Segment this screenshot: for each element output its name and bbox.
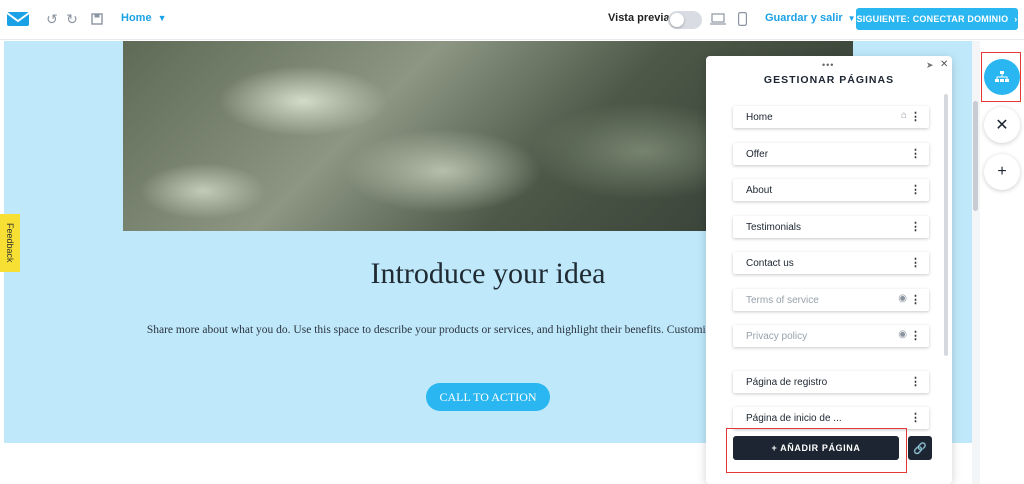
mobile-icon[interactable] (734, 11, 750, 27)
eye-icon: ◉ (898, 293, 907, 304)
page-item-label: Testimonials (746, 221, 802, 233)
more-options-icon[interactable]: ⋮ (910, 183, 921, 196)
more-options-icon[interactable]: ⋮ (910, 256, 921, 269)
canvas-scrollbar[interactable] (972, 41, 980, 484)
panel-close-icon[interactable]: ✕ (940, 59, 948, 70)
page-item-label: Página de inicio de ... (746, 412, 842, 424)
page-item-label: Home (746, 111, 773, 123)
close-rail-button[interactable]: ✕ (984, 107, 1020, 143)
pin-icon[interactable]: ➤ (926, 60, 934, 71)
next-connect-domain-button[interactable]: SIGUIENTE: CONECTAR DOMINIO › (856, 8, 1018, 30)
preview-label: Vista previa (608, 12, 670, 24)
page-item-home[interactable]: Home ⌂ ⋮ (733, 106, 929, 128)
chevron-down-icon: ▼ (157, 13, 167, 23)
chevron-down-icon: ▼ (847, 14, 856, 23)
close-icon: ✕ (995, 117, 1009, 134)
toggle-knob (670, 13, 684, 27)
more-options-icon[interactable]: ⋮ (910, 329, 921, 342)
logo-icon (6, 12, 30, 26)
page-item-label: Terms of service (746, 294, 819, 306)
sitemap-highlight (981, 52, 1021, 102)
preview-toggle[interactable] (668, 11, 702, 29)
more-options-icon[interactable]: ⋮ (910, 293, 921, 306)
panel-title: GESTIONAR PÁGINAS (763, 74, 895, 86)
add-element-button[interactable]: + (984, 154, 1020, 190)
link-icon[interactable]: 🔗 (908, 436, 932, 460)
panel-scrollbar[interactable] (944, 94, 948, 356)
page-selector-label: Home (121, 12, 152, 24)
page-item-label: Offer (746, 148, 769, 160)
more-options-icon[interactable]: ⋮ (910, 375, 921, 388)
page-item-terms-of-service[interactable]: Terms of service ◉ ⋮ (733, 289, 929, 311)
page-item-label: Privacy policy (746, 330, 808, 342)
eye-icon: ◉ (898, 329, 907, 340)
page-item-contact-us[interactable]: Contact us ⋮ (733, 252, 929, 274)
save-and-exit-label: Guardar y salir (765, 12, 843, 24)
page-item-label: Contact us (746, 257, 794, 269)
undo-icon[interactable]: ↺ (44, 11, 60, 27)
manage-pages-panel: ••• ➤ ✕ GESTIONAR PÁGINAS Home ⌂ ⋮ Offer… (706, 56, 952, 484)
feedback-tab[interactable]: Feedback (0, 214, 20, 272)
feedback-label: Feedback (5, 223, 15, 263)
page-item-login[interactable]: Página de inicio de ... ⋮ (733, 407, 929, 429)
next-button-label: SIGUIENTE: CONECTAR DOMINIO (856, 14, 1009, 24)
call-to-action-button[interactable]: CALL TO ACTION (426, 383, 550, 411)
desktop-icon[interactable] (709, 11, 727, 27)
more-options-icon[interactable]: ⋮ (910, 411, 921, 424)
more-options-icon[interactable]: ⋮ (910, 147, 921, 160)
chevron-right-icon: › (1014, 14, 1018, 24)
more-options-icon[interactable]: ⋮ (910, 110, 921, 123)
page-item-label: About (746, 184, 773, 196)
drag-handle[interactable]: ••• (822, 60, 834, 70)
page-selector-dropdown[interactable]: Home ▼ (121, 12, 166, 24)
save-icon[interactable] (89, 11, 105, 27)
scrollbar-thumb[interactable] (973, 101, 978, 211)
page-item-about[interactable]: About ⋮ (733, 179, 929, 201)
home-icon: ⌂ (900, 110, 907, 121)
top-toolbar: ↺ ↻ Home ▼ Vista previa Guardar y salir ▼ … (0, 0, 1024, 40)
redo-icon[interactable]: ↻ (64, 11, 80, 27)
save-and-exit-dropdown[interactable]: Guardar y salir ▼ (765, 12, 856, 24)
page-item-testimonials[interactable]: Testimonials ⋮ (733, 216, 929, 238)
page-item-label: Página de registro (746, 376, 828, 388)
more-options-icon[interactable]: ⋮ (910, 220, 921, 233)
page-item-privacy-policy[interactable]: Privacy policy ◉ ⋮ (733, 325, 929, 347)
add-page-highlight (726, 428, 907, 473)
page-item-offer[interactable]: Offer ⋮ (733, 143, 929, 165)
page-item-registration[interactable]: Página de registro ⋮ (733, 371, 929, 393)
plus-icon: + (997, 163, 1007, 180)
